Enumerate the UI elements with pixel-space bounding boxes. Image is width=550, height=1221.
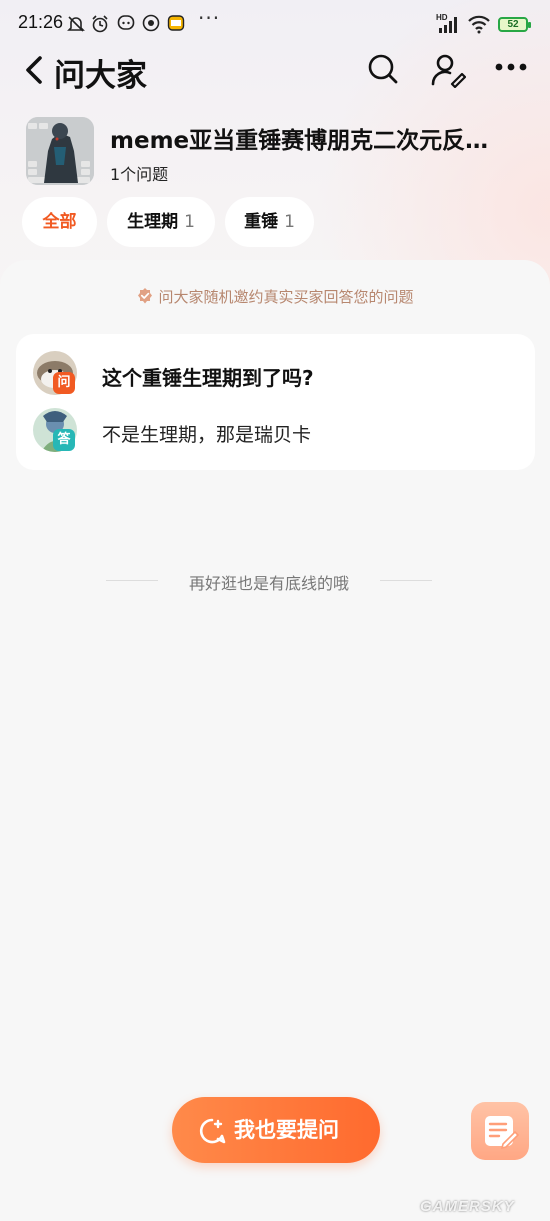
chip-menstrual[interactable]: 生理期 1 <box>107 197 215 247</box>
verified-icon <box>138 288 153 304</box>
back-icon[interactable] <box>22 54 48 86</box>
topic-header[interactable]: meme亚当重锤赛博朋克二次元反… 1个问题 <box>26 117 526 187</box>
ask-question-label: 我也要提问 <box>234 1118 339 1142</box>
chip-count: 1 <box>184 212 195 232</box>
ask-bubble-icon <box>199 1118 226 1144</box>
battery-icon: 52 <box>498 17 531 32</box>
question-badge: 问 <box>53 372 75 394</box>
network-label: HD <box>436 13 448 22</box>
product-thumbnail[interactable] <box>26 117 94 185</box>
status-more-dots: ··· <box>198 6 221 30</box>
page-title: 问大家 <box>54 58 147 94</box>
notice-banner: 问大家随机邀约真实买家回答您的问题 <box>0 286 550 307</box>
notice-text: 问大家随机邀约真实买家回答您的问题 <box>158 288 414 306</box>
chip-label: 重锤 <box>244 212 279 232</box>
end-of-list-text: 再好逛也是有底线的哦 <box>188 574 349 593</box>
app-icon-1 <box>117 15 135 30</box>
question-count: 1个问题 <box>110 165 169 184</box>
end-of-list-indicator: 再好逛也是有底线的哦 <box>106 570 432 593</box>
notes-fab[interactable] <box>471 1102 529 1160</box>
answer-text: 不是生理期，那是瑞贝卡 <box>102 424 312 446</box>
chip-label: 全部 <box>42 212 77 232</box>
more-icon[interactable] <box>494 60 528 74</box>
app-icon-3 <box>167 15 185 31</box>
qa-card[interactable]: 问 这个重锤生理期到了吗? 答 不是生理期，那是瑞贝卡 <box>16 334 535 470</box>
status-time: 21:26 <box>18 12 64 32</box>
bell-muted-icon <box>67 16 85 32</box>
signal-icon: HD <box>436 13 457 33</box>
note-edit-icon <box>485 1116 520 1150</box>
divider-right <box>380 580 432 581</box>
ask-question-button[interactable]: 我也要提问 <box>172 1097 380 1163</box>
topic-title[interactable]: meme亚当重锤赛博朋克二次元反… <box>110 121 530 155</box>
app-icon-2 <box>142 14 160 32</box>
search-icon[interactable] <box>366 52 400 86</box>
content-sheet: 问大家随机邀约真实买家回答您的问题 问 这个重锤生理期到了吗? 答 不是生理期，… <box>0 260 550 1221</box>
status-bar: 21:26 ··· HD 52 <box>0 0 550 48</box>
alarm-icon <box>92 15 108 33</box>
answer-badge: 答 <box>53 429 75 451</box>
chip-count: 1 <box>284 212 295 232</box>
chip-label: 生理期 <box>127 212 179 232</box>
question-text[interactable]: 这个重锤生理期到了吗? <box>102 362 314 391</box>
chip-all[interactable]: 全部 <box>22 197 97 247</box>
user-edit-icon[interactable] <box>430 52 466 88</box>
watermark: GAMERSKY <box>420 1198 515 1215</box>
wifi-icon <box>468 15 490 34</box>
chip-hammer[interactable]: 重锤 1 <box>225 197 314 247</box>
nav-bar: 问大家 <box>0 48 550 94</box>
